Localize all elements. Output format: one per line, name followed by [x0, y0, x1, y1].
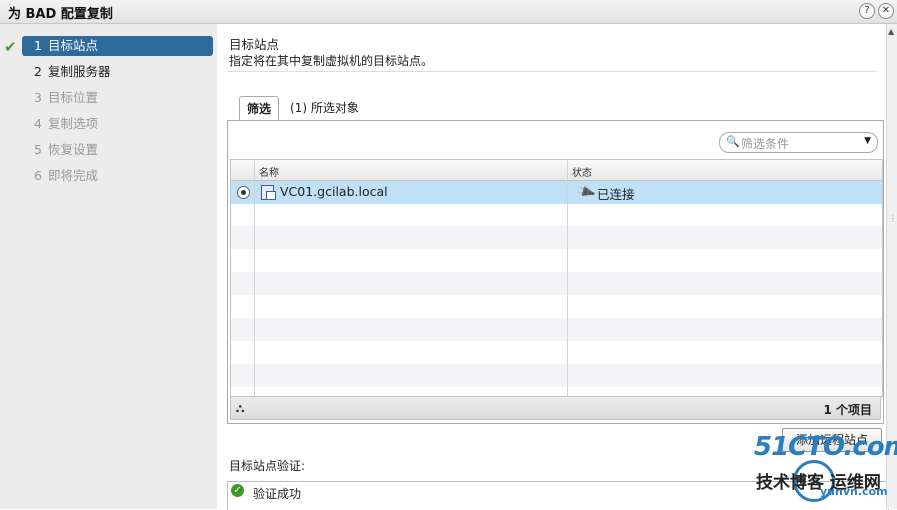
- step-recovery-settings: 5 恢复设置: [22, 140, 213, 160]
- column-divider: [254, 160, 255, 396]
- step-target-site[interactable]: 1 目标站点: [22, 36, 213, 56]
- step-number: 1: [34, 38, 42, 53]
- row-radio-button[interactable]: [237, 186, 250, 199]
- step-target-location: 3 目标位置: [22, 88, 213, 108]
- validation-result: 验证成功: [253, 487, 302, 501]
- step-replication-server[interactable]: 2 复制服务器: [22, 62, 213, 82]
- chevron-down-icon[interactable]: ▼: [864, 136, 871, 146]
- window-title: 为 BAD 配置复制: [8, 7, 113, 22]
- step-label: 恢复设置: [48, 142, 99, 157]
- column-header-status[interactable]: 状态: [572, 164, 592, 179]
- resize-grip-icon[interactable]: ⋮⋮: [889, 214, 897, 223]
- table-footer: ⛬ 1 个项目: [230, 396, 881, 420]
- step-label: 目标位置: [48, 90, 99, 105]
- tab-filter[interactable]: 筛选: [239, 96, 279, 122]
- step-label: 复制服务器: [48, 64, 111, 79]
- column-divider: [567, 160, 568, 396]
- close-icon[interactable]: ✕: [878, 3, 894, 19]
- step-number: 4: [34, 116, 42, 131]
- table-row-empty: [231, 226, 882, 249]
- watermark-text: 技术博客: [756, 473, 824, 493]
- page-title: 目标站点: [229, 37, 280, 52]
- connected-icon: 🔌: [575, 181, 597, 204]
- sites-table: 名称 状态 VC01.gcilab.local 🔌 已连接: [230, 159, 883, 397]
- step-number: 5: [34, 142, 42, 157]
- table-row-empty: [231, 272, 882, 295]
- step-replication-options: 4 复制选项: [22, 114, 213, 134]
- table-header: 名称 状态: [231, 160, 882, 181]
- table-row[interactable]: VC01.gcilab.local 🔌 已连接: [231, 181, 882, 204]
- table-row-empty: [231, 364, 882, 387]
- window-titlebar: 为 BAD 配置复制 ? ✕: [0, 0, 897, 24]
- step-number: 6: [34, 168, 42, 183]
- step-label: 复制选项: [48, 116, 99, 131]
- filter-placeholder: 筛选条件: [741, 137, 790, 151]
- site-status: 已连接: [597, 187, 635, 202]
- column-header-name[interactable]: 名称: [259, 164, 279, 179]
- item-count: 1 个项目: [823, 403, 872, 417]
- checkmark-icon: ✔: [4, 38, 17, 56]
- table-row-empty: [231, 318, 882, 341]
- help-icon[interactable]: ?: [859, 3, 875, 19]
- watermark-url: yunvn.com: [820, 485, 888, 498]
- watermark-text: 51CTO.com: [754, 432, 897, 462]
- vcenter-icon: [261, 185, 276, 200]
- page-subtitle: 指定将在其中复制虚拟机的目标站点。: [229, 54, 434, 68]
- step-number: 3: [34, 90, 42, 105]
- tab-panel: 🔍 筛选条件 ▼ 名称 状态 VC01.gcilab.local 🔌 已连接 ⛬…: [227, 120, 884, 424]
- step-ready-to-complete: 6 即将完成: [22, 166, 213, 186]
- filter-input[interactable]: 🔍 筛选条件 ▼: [719, 132, 878, 153]
- step-number: 2: [34, 64, 42, 79]
- search-icon: 🔍: [726, 135, 740, 148]
- site-name: VC01.gcilab.local: [280, 184, 388, 199]
- divider: [227, 71, 877, 72]
- step-label: 目标站点: [48, 38, 99, 53]
- success-check-icon: ✓: [231, 484, 244, 497]
- validation-label: 目标站点验证:: [229, 459, 306, 473]
- binoculars-icon[interactable]: ⛬: [236, 401, 244, 416]
- scroll-up-icon[interactable]: ▲: [888, 27, 894, 36]
- tab-selected-objects[interactable]: (1) 所选对象: [290, 96, 359, 120]
- step-label: 即将完成: [48, 168, 99, 183]
